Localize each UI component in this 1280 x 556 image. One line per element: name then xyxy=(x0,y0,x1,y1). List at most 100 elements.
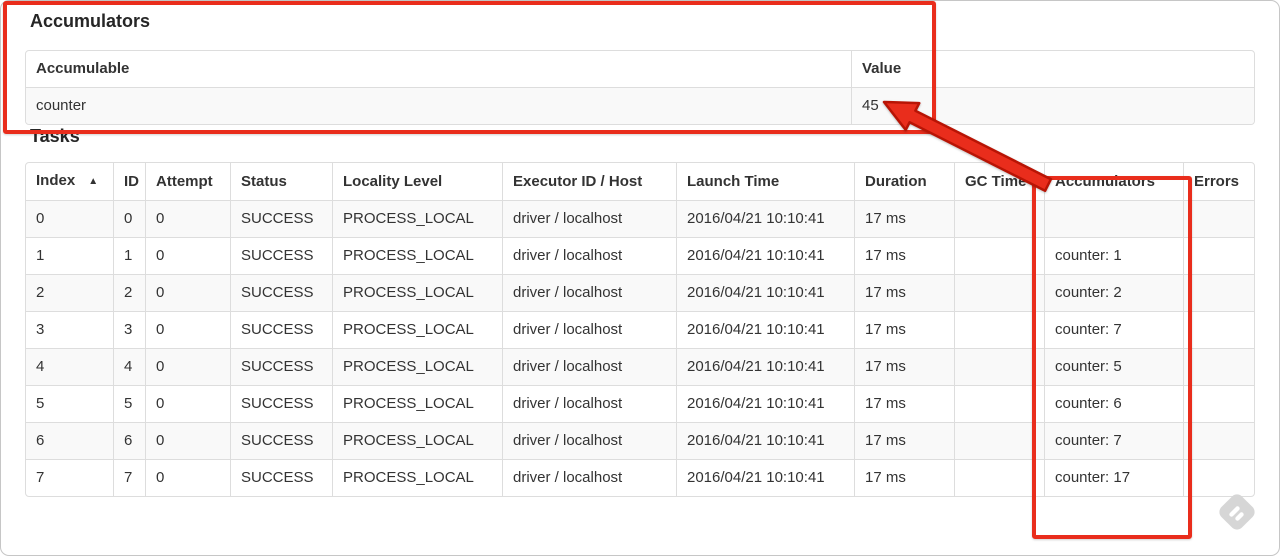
table-cell: driver / localhost xyxy=(502,274,676,311)
table-cell: 0 xyxy=(113,200,145,237)
table-cell: 17 ms xyxy=(854,274,954,311)
table-cell: SUCCESS xyxy=(230,237,332,274)
accumulable-table: Accumulable Value counter 45 xyxy=(25,50,1255,125)
table-cell: 0 xyxy=(145,274,230,311)
table-cell: counter xyxy=(26,87,851,124)
table-cell: driver / localhost xyxy=(502,459,676,496)
column-header[interactable]: Index ▲ xyxy=(26,163,113,200)
column-header[interactable]: Value xyxy=(851,51,1254,87)
table-cell: SUCCESS xyxy=(230,422,332,459)
table-cell xyxy=(1183,422,1254,459)
column-header[interactable]: Errors xyxy=(1183,163,1254,200)
table-cell: counter: 5 xyxy=(1044,348,1183,385)
table-cell: 2016/04/21 10:10:41 xyxy=(676,311,854,348)
sort-ascending-icon: ▲ xyxy=(88,176,99,187)
table-row: 3 3 0 SUCCESS PROCESS_LOCAL driver / localhos… xyxy=(26,311,1254,348)
table-cell: 1 xyxy=(113,237,145,274)
tasks-section: Tasks Index ▲ ID Attempt Status Locality Leve… xyxy=(25,125,1280,497)
column-header[interactable]: Launch Time xyxy=(676,163,854,200)
column-header[interactable]: Duration xyxy=(854,163,954,200)
column-header[interactable]: Accumulable xyxy=(26,51,851,87)
column-header[interactable]: ID xyxy=(113,163,145,200)
table-cell: SUCCESS xyxy=(230,311,332,348)
table-cell: 17 ms xyxy=(854,200,954,237)
table-cell: counter: 7 xyxy=(1044,422,1183,459)
table-row: 2 2 0 SUCCESS PROCESS_LOCAL driver / localhos… xyxy=(26,274,1254,311)
table-row: 0 0 0 SUCCESS PROCESS_LOCAL driver / localhos… xyxy=(26,200,1254,237)
table-cell: 17 ms xyxy=(854,237,954,274)
table-cell: 0 xyxy=(145,422,230,459)
table-cell: 3 xyxy=(26,311,113,348)
table-cell xyxy=(1183,237,1254,274)
column-header[interactable]: Executor ID / Host xyxy=(502,163,676,200)
accumulators-heading: Accumulators xyxy=(30,11,151,31)
column-header[interactable]: Attempt xyxy=(145,163,230,200)
table-cell: 17 ms xyxy=(854,459,954,496)
table-cell: PROCESS_LOCAL xyxy=(332,237,502,274)
tasks-heading: Tasks xyxy=(30,126,80,146)
table-cell: 4 xyxy=(113,348,145,385)
table-cell: 6 xyxy=(26,422,113,459)
table-cell: 6 xyxy=(113,422,145,459)
table-cell: PROCESS_LOCAL xyxy=(332,274,502,311)
table-cell: 2016/04/21 10:10:41 xyxy=(676,385,854,422)
table-cell: PROCESS_LOCAL xyxy=(332,348,502,385)
table-cell xyxy=(1183,459,1254,496)
accumulators-section: Accumulators Accumulable Value counter 45 xyxy=(25,10,1280,125)
column-header[interactable]: Accumulators xyxy=(1044,163,1183,200)
table-cell: 17 ms xyxy=(854,385,954,422)
table-cell xyxy=(954,422,1044,459)
table-cell xyxy=(1183,348,1254,385)
table-cell: PROCESS_LOCAL xyxy=(332,200,502,237)
table-cell: 5 xyxy=(113,385,145,422)
table-row: 6 6 0 SUCCESS PROCESS_LOCAL driver / localhos… xyxy=(26,422,1254,459)
table-cell: 0 xyxy=(145,459,230,496)
table-cell: SUCCESS xyxy=(230,348,332,385)
table-cell: counter: 7 xyxy=(1044,311,1183,348)
table-cell: PROCESS_LOCAL xyxy=(332,385,502,422)
table-cell: counter: 2 xyxy=(1044,274,1183,311)
table-cell xyxy=(954,200,1044,237)
window-frame: Accumulators Accumulable Value counter 45 T… xyxy=(0,0,1280,556)
table-cell xyxy=(954,459,1044,496)
table-cell: PROCESS_LOCAL xyxy=(332,459,502,496)
table-cell: SUCCESS xyxy=(230,200,332,237)
column-header[interactable]: Locality Level xyxy=(332,163,502,200)
table-cell: 2 xyxy=(26,274,113,311)
table-cell: 7 xyxy=(26,459,113,496)
table-cell: 0 xyxy=(145,385,230,422)
table-cell: counter: 17 xyxy=(1044,459,1183,496)
tasks-table: Index ▲ ID Attempt Status Locality Level Execu… xyxy=(25,162,1255,497)
table-cell: SUCCESS xyxy=(230,459,332,496)
table-cell: driver / localhost xyxy=(502,385,676,422)
column-header[interactable]: GC Time xyxy=(954,163,1044,200)
table-cell: driver / localhost xyxy=(502,311,676,348)
table-cell: 0 xyxy=(145,200,230,237)
table-cell xyxy=(954,348,1044,385)
table-cell: 2016/04/21 10:10:41 xyxy=(676,459,854,496)
table-row: 4 4 0 SUCCESS PROCESS_LOCAL driver / localhos… xyxy=(26,348,1254,385)
table-cell xyxy=(1183,200,1254,237)
table-cell: 0 xyxy=(26,200,113,237)
table-cell xyxy=(954,385,1044,422)
table-cell: 2 xyxy=(113,274,145,311)
table-cell: driver / localhost xyxy=(502,422,676,459)
table-cell: counter: 6 xyxy=(1044,385,1183,422)
table-cell: SUCCESS xyxy=(230,274,332,311)
table-cell xyxy=(1183,385,1254,422)
table-cell xyxy=(1183,274,1254,311)
table-cell: 5 xyxy=(26,385,113,422)
table-cell: 45 xyxy=(851,87,1254,124)
table-cell: 2016/04/21 10:10:41 xyxy=(676,348,854,385)
table-cell: 1 xyxy=(26,237,113,274)
column-header[interactable]: Status xyxy=(230,163,332,200)
table-cell: 0 xyxy=(145,237,230,274)
header-row: Accumulable Value xyxy=(26,51,1254,87)
table-row: 7 7 0 SUCCESS PROCESS_LOCAL driver / localhos… xyxy=(26,459,1254,496)
table-cell: 0 xyxy=(145,348,230,385)
table-cell xyxy=(1183,311,1254,348)
table-cell: driver / localhost xyxy=(502,200,676,237)
table-cell: 3 xyxy=(113,311,145,348)
table-cell: 17 ms xyxy=(854,422,954,459)
table-cell: 2016/04/21 10:10:41 xyxy=(676,237,854,274)
